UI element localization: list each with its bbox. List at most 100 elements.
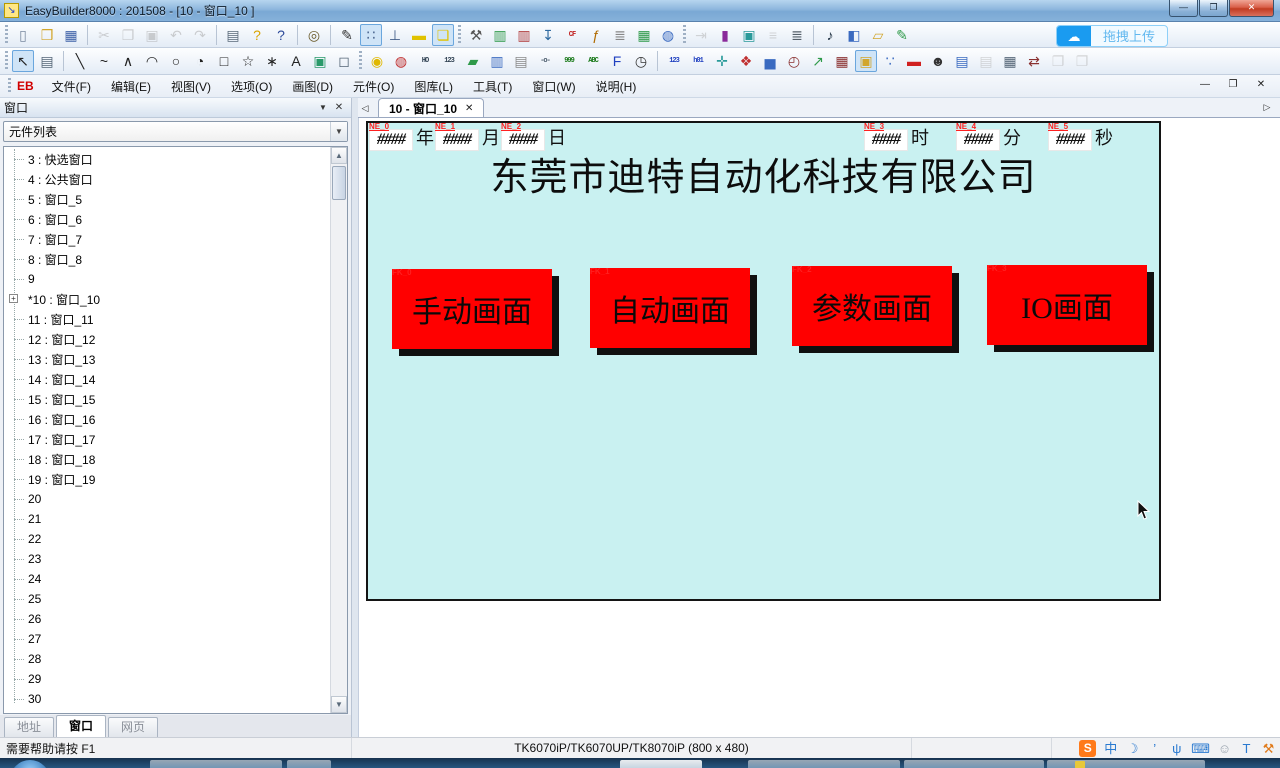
- panel-tab-地址[interactable]: 地址: [4, 717, 54, 737]
- menu-item[interactable]: 说明(H): [586, 76, 647, 97]
- child-minimize-button[interactable]: —: [1196, 77, 1214, 93]
- picture-view-icon[interactable]: ▣: [855, 50, 877, 72]
- data-table-icon[interactable]: ▦: [633, 24, 655, 46]
- polygon-tool-icon[interactable]: ☆: [237, 50, 259, 72]
- event-display-icon[interactable]: ▤: [951, 50, 973, 72]
- bit-lamp-icon[interactable]: ◉: [366, 50, 388, 72]
- screen-button-自动画面[interactable]: FK_1自动画面: [590, 268, 750, 348]
- object-list-combobox[interactable]: 元件列表 ▼: [3, 121, 348, 142]
- tree-item[interactable]: 12 : 窗口_12: [4, 329, 330, 349]
- panel-collapse-icon[interactable]: ▼: [315, 103, 331, 112]
- label-lib-icon[interactable]: ◧: [843, 24, 865, 46]
- keyboard-icon[interactable]: ⌨: [1191, 740, 1210, 758]
- taskbar-button[interactable]: [1047, 760, 1205, 768]
- bar-graph-icon[interactable]: ▅: [759, 50, 781, 72]
- online-sim-icon[interactable]: ▥: [489, 24, 511, 46]
- history-table-icon[interactable]: ▦: [831, 50, 853, 72]
- tree-item[interactable]: 29: [4, 669, 330, 689]
- bit-switch-icon[interactable]: HO: [414, 50, 436, 72]
- print-icon[interactable]: ▤: [222, 24, 244, 46]
- find-icon[interactable]: ◎: [303, 24, 325, 46]
- text-tool-icon[interactable]: A: [285, 50, 307, 72]
- data-transfer-icon[interactable]: ⇄: [1023, 50, 1045, 72]
- tree-item[interactable]: 26: [4, 609, 330, 629]
- taskbar-button[interactable]: [620, 760, 702, 768]
- panel-tab-网页[interactable]: 网页: [108, 717, 158, 737]
- tree-item[interactable]: 19 : 窗口_19: [4, 469, 330, 489]
- tree-item[interactable]: 16 : 窗口_16: [4, 409, 330, 429]
- menu-item[interactable]: 视图(V): [161, 76, 221, 97]
- tree-item[interactable]: 7 : 窗口_7: [4, 229, 330, 249]
- menu-item[interactable]: 选项(O): [221, 76, 282, 97]
- menu-item[interactable]: 工具(T): [463, 76, 522, 97]
- align-icon[interactable]: ⊥: [384, 24, 406, 46]
- multi-state-icon[interactable]: ▥: [486, 50, 508, 72]
- scrollbar-thumb[interactable]: [332, 166, 346, 200]
- circle-tool-icon[interactable]: ○: [165, 50, 187, 72]
- select-cursor-icon[interactable]: ↖: [12, 50, 34, 72]
- tree-item[interactable]: 3 : 快选窗口: [4, 149, 330, 169]
- tree-scrollbar[interactable]: ▲ ▼: [330, 147, 347, 713]
- tree-item[interactable]: 23: [4, 549, 330, 569]
- notebook-icon[interactable]: ▤: [510, 50, 532, 72]
- tree-item[interactable]: 30: [4, 689, 330, 709]
- ascii-display-icon[interactable]: h01: [687, 50, 709, 72]
- screen-button-手动画面[interactable]: FK_0手动画面: [392, 269, 552, 349]
- globe-icon[interactable]: ◍: [657, 24, 679, 46]
- numeric-input-icon[interactable]: 999: [558, 50, 580, 72]
- panel-close-icon[interactable]: ✕: [331, 102, 347, 113]
- arc-tool-icon[interactable]: ◠: [141, 50, 163, 72]
- operator-icon[interactable]: ☻: [927, 50, 949, 72]
- tab-window-10[interactable]: 10 - 窗口_10 ✕: [378, 98, 484, 117]
- animation-icon[interactable]: ❖: [735, 50, 757, 72]
- night-mode-icon[interactable]: ☽: [1125, 740, 1140, 758]
- tree-item[interactable]: 13 : 窗口_13: [4, 349, 330, 369]
- recipe-view-icon[interactable]: ❐: [1047, 50, 1069, 72]
- csv-icon[interactable]: ≣: [609, 24, 631, 46]
- child-restore-button[interactable]: ❐: [1224, 77, 1242, 93]
- rect-tool-icon[interactable]: □: [213, 50, 235, 72]
- menu-item[interactable]: 编辑(E): [101, 76, 161, 97]
- expand-plus-icon[interactable]: +: [9, 294, 18, 303]
- tree-item[interactable]: 24: [4, 569, 330, 589]
- address-lib-icon[interactable]: ▮: [714, 24, 736, 46]
- combobox-arrow-icon[interactable]: ▼: [330, 122, 347, 141]
- tab-close-icon[interactable]: ✕: [465, 103, 473, 114]
- line-tool-icon[interactable]: ╲: [69, 50, 91, 72]
- taskbar-button[interactable]: [904, 760, 1044, 768]
- taskbar-button[interactable]: [150, 760, 282, 768]
- tree-item[interactable]: 21: [4, 509, 330, 529]
- undo-icon[interactable]: ↶: [165, 24, 187, 46]
- tree-item[interactable]: 20: [4, 489, 330, 509]
- direct-window-icon[interactable]: F: [606, 50, 628, 72]
- mic-icon[interactable]: ψ: [1169, 740, 1184, 758]
- help-icon[interactable]: ?: [246, 24, 268, 46]
- tree-item[interactable]: 11 : 窗口_11: [4, 309, 330, 329]
- picture-tool-icon[interactable]: ▣: [309, 50, 331, 72]
- tree-item[interactable]: +*10 : 窗口_10: [4, 289, 330, 309]
- ascii-input-icon[interactable]: ABC: [582, 50, 604, 72]
- copy-icon[interactable]: ❐: [117, 24, 139, 46]
- download-icon[interactable]: ↧: [537, 24, 559, 46]
- compile-icon[interactable]: ⚒: [465, 24, 487, 46]
- toolbox-wrench-icon[interactable]: ⚒: [1261, 740, 1276, 758]
- window-bg-icon[interactable]: ▬: [408, 24, 430, 46]
- tree-item[interactable]: 9: [4, 269, 330, 289]
- tree-item[interactable]: 18 : 窗口_18: [4, 449, 330, 469]
- group-lib-icon[interactable]: ≣: [786, 24, 808, 46]
- cf-card-icon[interactable]: CF: [561, 24, 583, 46]
- move-shape-icon[interactable]: ✛: [711, 50, 733, 72]
- open-file-icon[interactable]: ❒: [36, 24, 58, 46]
- tree-item[interactable]: 27: [4, 629, 330, 649]
- account-icon[interactable]: ☺: [1217, 740, 1232, 758]
- redo-icon[interactable]: ↷: [189, 24, 211, 46]
- start-button[interactable]: [10, 760, 50, 768]
- scroll-up-icon[interactable]: ▲: [331, 147, 347, 164]
- tree-item[interactable]: 17 : 窗口_17: [4, 429, 330, 449]
- screen-button-IO画面[interactable]: FK_3IO画面: [987, 265, 1147, 345]
- tree-item[interactable]: 15 : 窗口_15: [4, 389, 330, 409]
- pie-tool-icon[interactable]: ◔: [189, 50, 211, 72]
- tab-scroll-left-icon[interactable]: ◁: [358, 99, 372, 117]
- tab-scroll-right-icon[interactable]: ▷: [1260, 98, 1274, 116]
- tree-item[interactable]: 28: [4, 649, 330, 669]
